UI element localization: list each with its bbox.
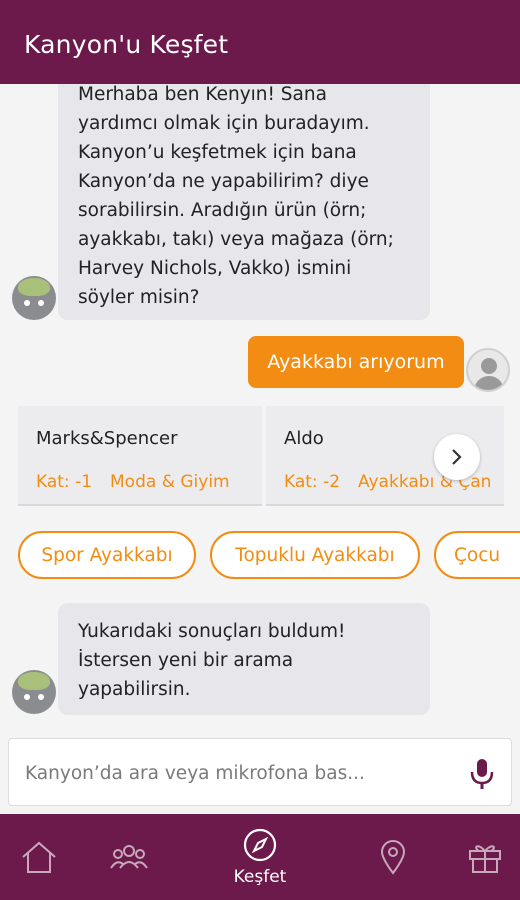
message-line: sorabilirsin. Aradığın ürün (örn; [78,200,367,221]
bottom-navigation: Keşfet [0,814,520,900]
nav-social[interactable] [104,814,154,900]
store-name: Aldo [284,428,324,449]
search-input[interactable] [23,753,447,793]
home-icon [22,841,56,873]
bot-message: Merhaba ben Kenyın! Sana yardımcı olmak … [58,84,430,320]
suggestion-chips: Spor Ayakkabı Topuklu Ayakkabı Çocu [0,531,520,583]
nav-kesfet[interactable]: Keşfet [220,814,300,900]
carousel-next-button[interactable] [434,434,480,480]
gift-icon [469,845,501,873]
app-bar: Kanyon'u Keşfet [0,0,520,84]
nav-home[interactable] [14,814,64,900]
chat-area[interactable]: Merhaba ben Kenyın! Sana yardımcı olmak … [0,84,520,736]
page-title: Kanyon'u Keşfet [24,30,229,59]
location-pin-icon [380,840,406,875]
message-line: yapabilirsin. [78,679,191,700]
message-line: Merhaba ben Kenyın! Sana [78,84,327,105]
bot-avatar [12,670,56,714]
message-line: söyler misin? [78,287,200,308]
nav-label: Keşfet [233,867,287,887]
chip-spor-ayakkabi[interactable]: Spor Ayakkabı [18,531,196,579]
nav-gifts[interactable] [460,814,510,900]
people-icon [110,845,148,869]
store-category: Moda & Giyim [110,472,230,492]
message-line: Kanyon’u keşfetmek için bana [78,142,357,163]
chevron-right-icon [452,449,462,465]
message-line: Kanyon’da ne yapabilirim? diye [78,171,369,192]
store-card-marks-spencer[interactable]: Marks&Spencer Kat: -1 Moda & Giyim [18,406,262,506]
message-line: İstersen yeni bir arama [78,650,294,671]
message-line: Yukarıdaki sonuçları buldum! [78,621,346,642]
bot-message: Yukarıdaki sonuçları buldum! İstersen ye… [58,603,430,715]
chip-topuklu-ayakkabi[interactable]: Topuklu Ayakkabı [210,531,420,579]
message-line: Harvey Nichols, Vakko) ismini [78,258,352,279]
nav-location[interactable] [370,814,416,900]
search-bar [8,738,512,806]
user-avatar [466,348,510,392]
chip-cocuk[interactable]: Çocu [434,531,520,579]
message-line: ayakkabı, takı) veya mağaza (örn; [78,229,394,250]
user-message: Ayakkabı arıyorum [248,336,464,388]
message-line: yardımcı olmak için buradayım. [78,113,370,134]
microphone-icon[interactable] [467,757,497,791]
store-category: Ayakkabı & Çan [358,472,492,492]
compass-icon [243,828,277,862]
store-floor: Kat: -2 [284,472,341,492]
store-floor: Kat: -1 [36,472,93,492]
bot-avatar [12,276,56,320]
store-name: Marks&Spencer [36,428,178,449]
